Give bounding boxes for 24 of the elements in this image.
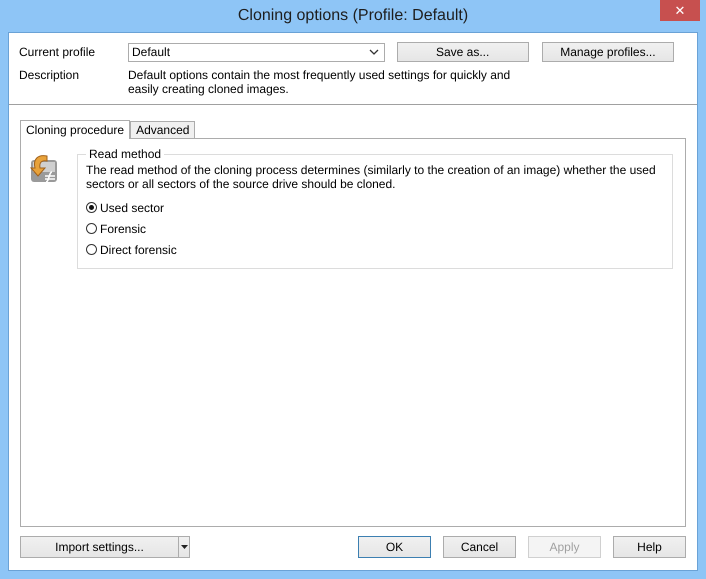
profile-dropdown[interactable]: Default <box>128 42 385 62</box>
radio-option[interactable]: Used sector <box>86 197 664 218</box>
radio-option[interactable]: Direct forensic <box>86 239 664 260</box>
window-title: Cloning options (Profile: Default) <box>238 7 468 25</box>
profile-button[interactable]: Manage profiles... <box>542 42 674 62</box>
field-label: Current profile <box>19 45 96 59</box>
import-settings-button[interactable]: Import settings... <box>20 536 190 558</box>
tab[interactable]: Advanced <box>130 121 196 138</box>
caret-icon <box>180 545 188 549</box>
radio-button[interactable] <box>86 202 97 213</box>
radio-button[interactable] <box>86 223 97 234</box>
close-button[interactable]: ✕ <box>660 0 700 21</box>
profile-button[interactable]: Save as... <box>396 42 529 62</box>
group-title: Read method <box>88 147 162 161</box>
dialog-button[interactable]: Cancel <box>443 536 516 558</box>
tab[interactable]: Cloning procedure <box>20 120 130 139</box>
description-text: Default options contain the most frequently used settings for quickly and easily creating cloned images. <box>128 68 512 96</box>
chevron-down-icon <box>368 49 379 55</box>
dialog-button[interactable]: Help <box>613 536 686 558</box>
radio-button[interactable] <box>86 244 97 255</box>
field-label: Description <box>19 68 80 82</box>
read-method-description: The read method of the cloning process determines (similarly to the creation of an image) whether the used sectors or all sectors of the source drive should be cloned. <box>86 163 657 191</box>
dialog-button[interactable]: OK <box>358 536 431 558</box>
radio-option[interactable]: Forensic <box>86 218 664 239</box>
